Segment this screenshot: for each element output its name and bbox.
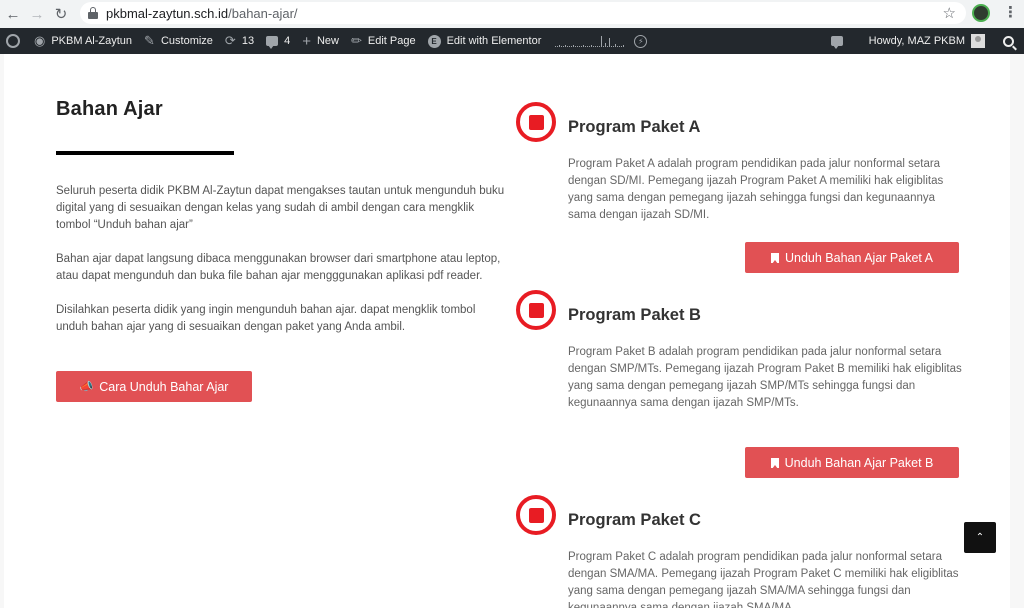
browser-menu-icon[interactable]: ⋮	[1003, 3, 1018, 21]
stop-circle-icon	[516, 290, 556, 330]
title-divider	[56, 151, 234, 155]
edit-page-label: Edit Page	[367, 35, 416, 47]
wordpress-logo-button[interactable]	[0, 28, 28, 54]
edit-elementor-link[interactable]: E Edit with Elementor	[422, 28, 548, 54]
profile-avatar[interactable]	[972, 4, 990, 22]
lock-icon	[88, 7, 98, 19]
new-content-link[interactable]: + New	[296, 28, 345, 54]
updates-icon: ⟳	[224, 33, 236, 48]
howdy-label: Howdy, MAZ PKBM	[868, 35, 965, 47]
address-bar[interactable]: pkbmal-zaytun.sch.id/bahan-ajar/ ☆	[80, 2, 966, 24]
content-area: Bahan Ajar Seluruh peserta didik PKBM Al…	[4, 54, 1010, 608]
intro-column: Bahan Ajar Seluruh peserta didik PKBM Al…	[56, 98, 506, 402]
back-arrow-icon[interactable]: ←	[2, 3, 24, 25]
chevron-up-icon: ⌃	[975, 532, 985, 543]
intro-paragraph-3: Disilahkan peserta didik yang ingin meng…	[56, 304, 476, 333]
cara-unduh-button[interactable]: 📣 Cara Unduh Bahar Ajar	[56, 371, 252, 402]
account-menu[interactable]: Howdy, MAZ PKBM	[863, 28, 991, 54]
forward-arrow-icon[interactable]: →	[26, 3, 48, 25]
comment-icon	[266, 36, 279, 49]
flash-icon[interactable]: ⚡	[634, 34, 648, 48]
unduh-paket-a-label: Unduh Bahan Ajar Paket A	[784, 250, 934, 265]
edit-page-link[interactable]: ✏ Edit Page	[345, 28, 422, 54]
program-description: Program Paket C adalah program pendidika…	[568, 551, 959, 608]
megaphone-icon: 📣	[79, 381, 94, 393]
elementor-icon: E	[427, 34, 441, 48]
notification-icon	[830, 36, 843, 49]
pencil-icon: ✏	[350, 33, 362, 48]
notification-button[interactable]	[825, 28, 863, 54]
wordpress-logo-icon	[6, 34, 20, 48]
updates-link[interactable]: ⟳ 13	[219, 28, 260, 54]
page-title: Bahan Ajar	[56, 98, 163, 120]
program-title: Program Paket A	[568, 118, 701, 136]
stop-circle-icon	[516, 102, 556, 142]
page-background: Bahan Ajar Seluruh peserta didik PKBM Al…	[0, 54, 1024, 608]
program-card-a: Program Paket A Program Paket A adalah p…	[516, 102, 986, 282]
wp-admin-bar: ◉ PKBM Al-Zaytun ✎ Customize ⟳ 13 4 + New ✏ E…	[0, 28, 1024, 54]
intro-paragraph-2: Bahan ajar dapat langsung dibaca menggun…	[56, 253, 501, 282]
unduh-paket-b-label: Unduh Bahan Ajar Paket B	[784, 455, 934, 470]
customize-label: Customize	[160, 35, 213, 47]
comments-count: 4	[284, 35, 291, 47]
unduh-paket-b-button[interactable]: Unduh Bahan Ajar Paket B	[745, 447, 959, 478]
stop-circle-icon	[516, 495, 556, 535]
browser-toolbar: ← → ↻ pkbmal-zaytun.sch.id/bahan-ajar/ ☆…	[0, 0, 1024, 28]
plus-icon: +	[302, 32, 311, 50]
program-description: Program Paket B adalah program pendidika…	[568, 346, 962, 409]
performance-sparkline[interactable]	[555, 35, 625, 47]
url-path: /bahan-ajar/	[228, 5, 298, 21]
comments-link[interactable]: 4	[260, 28, 296, 54]
star-icon[interactable]: ☆	[943, 4, 956, 22]
program-title: Program Paket B	[568, 306, 701, 324]
site-name-label: PKBM Al-Zaytun	[51, 35, 133, 47]
new-label: New	[316, 35, 339, 47]
search-icon[interactable]	[1003, 35, 1014, 47]
edit-elementor-label: Edit with Elementor	[446, 35, 542, 47]
unduh-paket-a-button[interactable]: Unduh Bahan Ajar Paket A	[745, 242, 959, 273]
avatar-icon	[971, 34, 985, 48]
site-name-link[interactable]: ◉ PKBM Al-Zaytun	[28, 28, 138, 54]
reload-icon[interactable]: ↻	[50, 3, 72, 25]
program-title: Program Paket C	[568, 511, 701, 529]
updates-count: 13	[241, 35, 255, 47]
brush-icon: ✎	[144, 33, 155, 48]
program-card-b: Program Paket B Program Paket B adalah p…	[516, 290, 986, 490]
program-description: Program Paket A adalah program pendidika…	[568, 158, 944, 221]
customize-link[interactable]: ✎ Customize	[138, 28, 219, 54]
dashboard-icon: ◉	[34, 33, 46, 48]
program-card-c: Program Paket C Program Paket C adalah p…	[516, 495, 986, 608]
intro-paragraph-1: Seluruh peserta didik PKBM Al-Zaytun dap…	[56, 185, 505, 231]
url-host: pkbmal-zaytun.sch.id	[106, 5, 229, 21]
bookmark-icon	[770, 457, 779, 469]
bookmark-icon	[770, 252, 779, 264]
cara-unduh-label: Cara Unduh Bahar Ajar	[99, 379, 229, 394]
scroll-to-top-button[interactable]: ⌃	[964, 522, 996, 553]
